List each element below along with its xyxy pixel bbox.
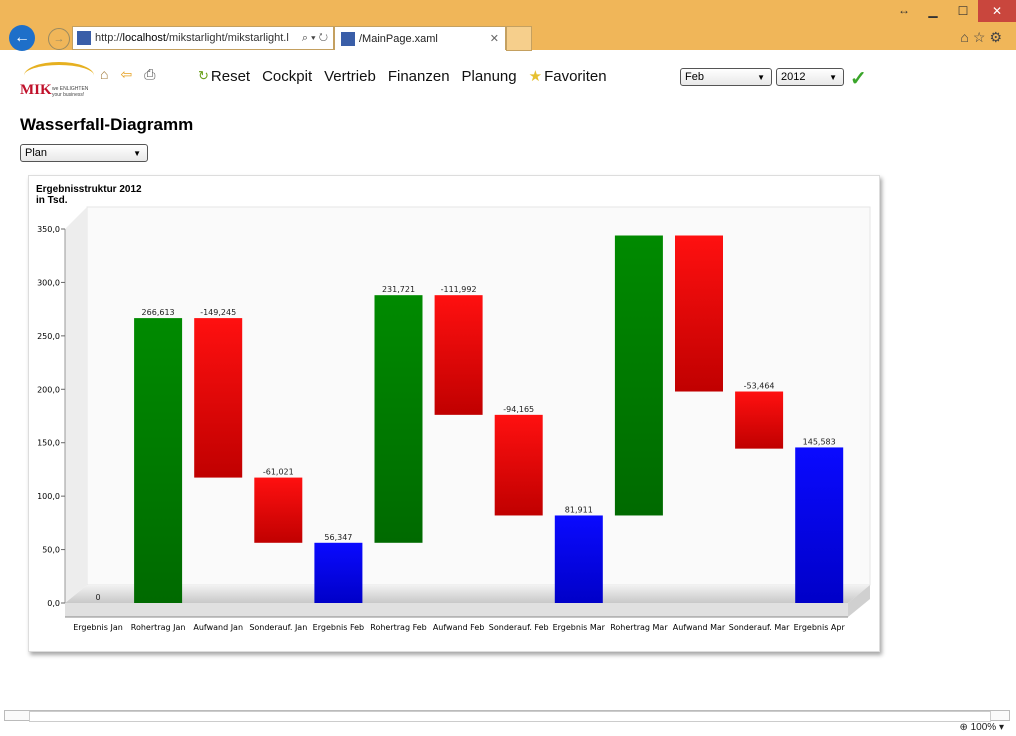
bar-8 — [494, 414, 543, 516]
bar-11 — [675, 235, 723, 392]
data-label: -94,165 — [503, 405, 534, 414]
x-tick-label: Rohertrag Feb — [370, 623, 427, 632]
x-tick-label: Rohertrag Mar — [610, 623, 668, 632]
bar-10 — [614, 235, 663, 516]
zoom-level[interactable]: ⊕ 100% ▾ — [959, 722, 1004, 733]
data-label: 266,613 — [142, 308, 175, 317]
y-tick-label: 0,0 — [47, 599, 60, 608]
y-tick-label: 200,0 — [37, 385, 60, 394]
bar-9 — [554, 515, 603, 603]
x-tick-label: Ergebnis Apr — [794, 623, 846, 632]
x-tick-label: Aufwand Mar — [673, 623, 726, 632]
x-tick-label: Ergebnis Mar — [553, 623, 606, 632]
horizontal-scrollbar[interactable] — [4, 710, 1010, 722]
data-label: 0 — [95, 593, 100, 602]
y-tick-label: 300,0 — [37, 278, 60, 287]
bar-2 — [134, 318, 183, 603]
bar-6 — [374, 295, 423, 543]
zoom-icon: ⊕ — [959, 722, 968, 733]
bar-12 — [735, 391, 784, 449]
data-label: 145,583 — [803, 437, 836, 446]
bar-7 — [434, 295, 483, 415]
data-label: -111,992 — [441, 285, 477, 294]
waterfall-chart: 0,0 50,0 100,0 150,0 200,0 250,0 300,0 350,0 0 Er… — [37, 206, 871, 632]
data-label: -53,464 — [744, 382, 775, 391]
x-tick-label: Sonderauf. Mar — [729, 623, 790, 632]
y-tick-label: 350,0 — [37, 225, 60, 234]
x-tick-label: Ergebnis Jan — [73, 623, 123, 632]
browser-window: ↔ ▁ ☐ ✕ ← → http://localhost/mikstarligh… — [0, 0, 1016, 736]
scrollbar-thumb[interactable] — [29, 711, 991, 722]
y-tick-label: 50,0 — [42, 546, 60, 555]
plot-left-wall — [65, 207, 87, 603]
y-tick-label: 250,0 — [37, 332, 60, 341]
bar-13 — [795, 447, 844, 603]
data-label: -61,021 — [263, 468, 294, 477]
x-tick-label: Aufwand Feb — [433, 623, 485, 632]
x-tick-label: Sonderauf. Feb — [489, 623, 549, 632]
data-label: 231,721 — [382, 285, 415, 294]
bar-3 — [194, 318, 243, 478]
y-tick-label: 100,0 — [37, 492, 60, 501]
x-tick-label: Ergebnis Feb — [313, 623, 364, 632]
plot-floor — [65, 585, 870, 603]
x-tick-label: Sonderauf. Jan — [249, 623, 307, 632]
y-tick-label: 150,0 — [37, 439, 60, 448]
plot-floor-front — [65, 603, 848, 617]
bar-5 — [314, 542, 363, 603]
bar-4 — [254, 477, 303, 543]
data-label: 56,347 — [324, 533, 352, 542]
x-tick-label: Rohertrag Jan — [131, 623, 186, 632]
data-label: 81,911 — [565, 505, 593, 514]
data-label: -149,245 — [200, 308, 236, 317]
x-tick-label: Aufwand Jan — [193, 623, 243, 632]
